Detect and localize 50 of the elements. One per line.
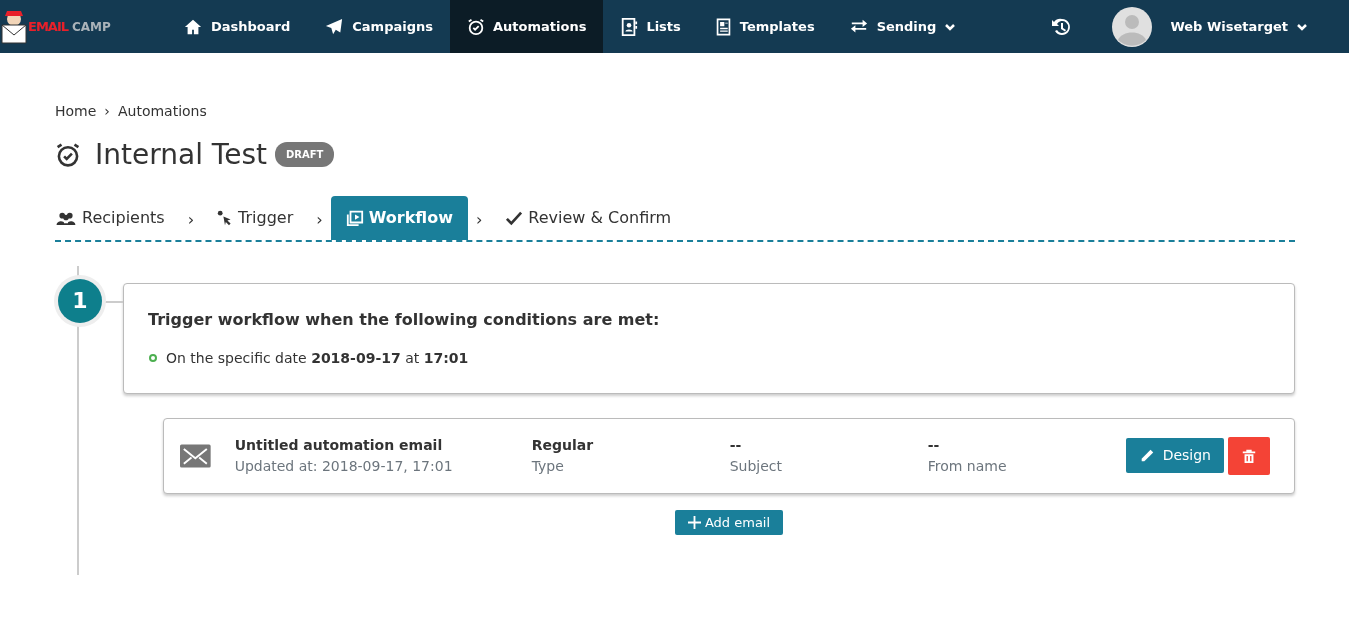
add-email-button[interactable]: Add email [674, 509, 784, 536]
plus-icon [687, 515, 701, 529]
trash-icon [1241, 447, 1257, 466]
house-icon [183, 17, 203, 36]
video-cards-icon [345, 208, 364, 227]
page-title: Internal Test [95, 138, 267, 172]
updated-text: Updated at: 2018-09-17, 17:01 [234, 456, 454, 476]
field-label: Type [531, 456, 565, 476]
breadcrumb-separator: › [104, 102, 110, 121]
logo-text: CAMP [72, 18, 111, 36]
nav-link[interactable]: Lists [603, 0, 698, 53]
condition-text: On the specific date 2018-09-17 at 17:01 [166, 348, 469, 368]
step-separator: › [315, 208, 324, 231]
field-value: Regular [531, 435, 595, 455]
status-badge: DRAFT [274, 142, 335, 168]
field-label: Subject [729, 456, 783, 476]
breadcrumb-link[interactable]: Automations [117, 101, 207, 122]
field-label: From name [927, 456, 1008, 476]
delete-button[interactable] [1228, 436, 1270, 475]
breadcrumb-link[interactable]: Home [55, 101, 97, 122]
status-dot-icon [148, 353, 158, 364]
alarm-clock-icon [55, 141, 81, 168]
email-title: Untitled automation email [234, 435, 444, 455]
field-value: -- [729, 435, 743, 455]
check-icon [505, 209, 524, 226]
history-icon [1051, 16, 1072, 37]
step-number: 1 [58, 278, 102, 323]
step-tab[interactable]: Review & Confirm [490, 195, 687, 240]
pointer-icon [217, 209, 234, 226]
nav-link[interactable]: Dashboard [166, 0, 308, 53]
user-menu[interactable]: Web Wisetarget [1095, 0, 1325, 53]
trigger-heading: Trigger workflow when the following conditions are met: [148, 308, 661, 331]
step-tab[interactable]: Trigger [202, 195, 309, 240]
design-button[interactable]: Design [1125, 438, 1224, 474]
logo-text: EMAIL [28, 17, 68, 36]
step-tab[interactable]: Recipients [55, 195, 180, 240]
paper-plane-icon [324, 17, 345, 36]
nav-link[interactable]: Campaigns [307, 0, 450, 53]
field-value: -- [927, 435, 941, 455]
step-separator: › [186, 208, 196, 231]
mailman-logo-icon [0, 8, 28, 45]
nav-link[interactable]: Sending [831, 0, 974, 53]
document-icon [714, 17, 732, 36]
nav-link[interactable]: Templates [697, 0, 832, 53]
avatar-silhouette-icon [1112, 6, 1153, 47]
nav-link[interactable]: Automations [450, 0, 604, 53]
alarm-clock-icon [467, 17, 485, 36]
step-tab[interactable]: Workflow [330, 195, 468, 240]
step-separator: › [474, 208, 484, 231]
contact-book-icon [620, 17, 639, 36]
